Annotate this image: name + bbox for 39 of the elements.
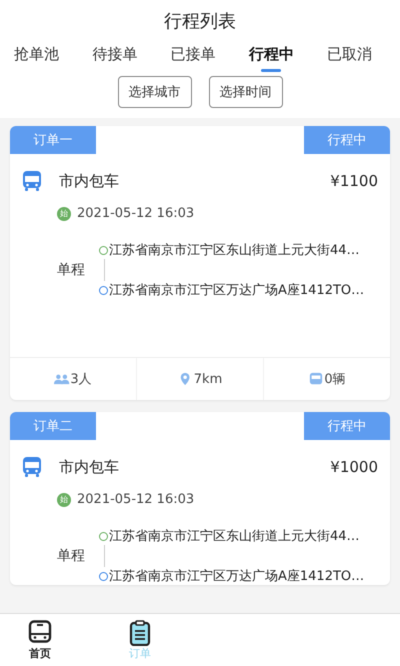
nav-item[interactable]: 首页 [20, 614, 60, 666]
tab[interactable]: 行程中 [248, 43, 294, 74]
bus-icon [308, 372, 324, 386]
filter-button[interactable]: 选择时间 [208, 76, 282, 108]
destination-address: 江苏省南京市江宁区万达广场A座1412TO… [109, 282, 364, 299]
service-type: 市内包车 [59, 172, 120, 190]
bus-icon [22, 170, 42, 192]
tab[interactable]: 抢单池 [14, 43, 59, 74]
origin-dot [99, 246, 108, 254]
tab[interactable]: 待接单 [92, 43, 138, 74]
filter-button[interactable]: 选择城市 [118, 76, 192, 108]
start-time: 2021-05-12 16:03 [77, 492, 194, 507]
clipboard-icon [128, 620, 152, 646]
order-label: 订单二 [10, 412, 96, 440]
trip-type: 单程 [57, 547, 86, 565]
trip-type: 单程 [57, 261, 86, 279]
price: ¥1000 [330, 458, 378, 476]
service-type: 市内包车 [59, 458, 120, 476]
start-time: 2021-05-12 16:03 [77, 206, 194, 221]
start-badge: 始 [57, 206, 71, 220]
origin-dot [99, 532, 108, 540]
page-title: 行程列表 [163, 10, 237, 34]
status-label: 行程中 [304, 412, 390, 440]
origin-address: 江苏省南京市江宁区东山街道上元大街44… [109, 242, 360, 259]
order-label: 订单一 [10, 126, 96, 154]
people-icon [54, 372, 70, 386]
start-badge: 始 [57, 492, 71, 506]
destination-dot [99, 286, 108, 294]
stat-value: 7km [194, 372, 222, 386]
stat-value: 3人 [70, 371, 92, 388]
tab[interactable]: 已接单 [170, 43, 216, 74]
stat-value: 0辆 [324, 371, 346, 388]
tab[interactable]: 已取消 [327, 43, 372, 74]
bus-icon [22, 456, 42, 478]
destination-address: 江苏省南京市江宁区万达广场A座1412TO… [109, 568, 364, 585]
price: ¥1100 [330, 172, 378, 190]
destination-dot [99, 572, 108, 580]
status-label: 行程中 [304, 126, 390, 154]
origin-address: 江苏省南京市江宁区东山街道上元大街44… [109, 528, 360, 545]
